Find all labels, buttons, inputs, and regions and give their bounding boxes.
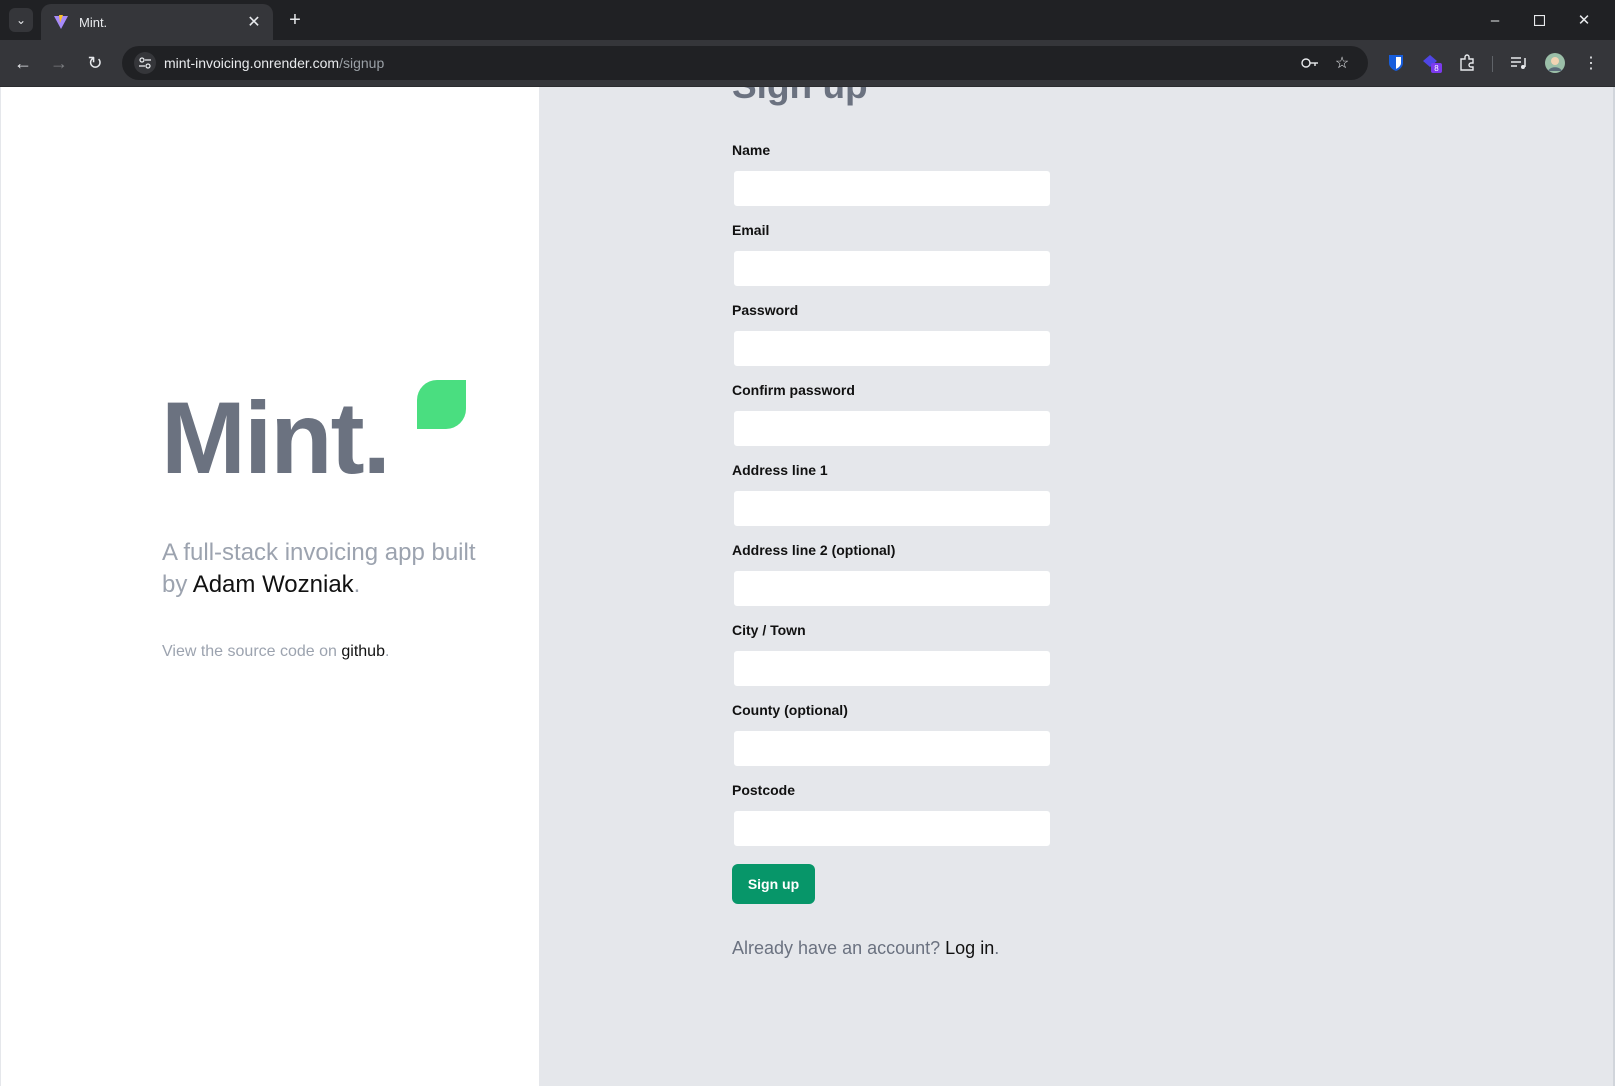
login-prompt: Already have an account? Log in.	[732, 938, 999, 959]
extension-badge: 8	[1434, 64, 1439, 73]
city-input[interactable]	[733, 650, 1051, 687]
logo-text: Mint.	[161, 381, 391, 495]
tab-title: Mint.	[79, 14, 108, 30]
login-prompt-text: Already have an account?	[732, 938, 946, 958]
password-field: Password	[732, 302, 1052, 367]
address-line-2-input[interactable]	[733, 570, 1051, 607]
source-note: View the source code on github.	[162, 643, 389, 661]
back-icon[interactable]: ←	[10, 50, 36, 76]
postcode-input[interactable]	[733, 810, 1051, 847]
reload-icon[interactable]: ↻	[82, 50, 108, 76]
page-title: Sign up	[732, 87, 868, 107]
address-line-1-field: Address line 1	[732, 462, 1052, 527]
close-icon[interactable]: ✕	[245, 13, 263, 31]
avatar[interactable]	[1544, 52, 1566, 74]
field-label: Name	[732, 142, 771, 158]
maximize-icon[interactable]	[1524, 6, 1554, 34]
url-host: mint-invoicing.onrender.com	[164, 55, 340, 71]
address-line-1-input[interactable]	[733, 490, 1051, 527]
github-link[interactable]: github	[341, 643, 385, 660]
brand-logo: Mint.	[161, 380, 466, 495]
field-label: Confirm password	[732, 382, 855, 398]
field-label: Postcode	[732, 782, 796, 798]
email-field: Email	[732, 222, 1052, 287]
field-label: Address line 1	[732, 462, 828, 478]
name-input[interactable]	[733, 170, 1051, 207]
city-field: City / Town	[732, 622, 1052, 687]
url-path: /signup	[339, 55, 385, 71]
field-label: County (optional)	[732, 702, 848, 718]
leaf-icon	[417, 380, 466, 429]
browser-toolbar: ← → ↻ mint-invoicing.onrender.com/signup…	[0, 40, 1615, 87]
field-label: Password	[732, 302, 799, 318]
confirm-password-input[interactable]	[733, 410, 1051, 447]
signup-button[interactable]: Sign up	[732, 864, 815, 904]
menu-icon[interactable]: ⋮	[1580, 52, 1602, 74]
site-info-icon[interactable]	[134, 52, 156, 74]
extension-icon[interactable]: 8	[1421, 52, 1443, 74]
star-icon[interactable]: ☆	[1332, 53, 1352, 73]
county-field: County (optional)	[732, 702, 1052, 767]
media-icon[interactable]	[1508, 52, 1530, 74]
key-icon[interactable]	[1300, 53, 1320, 73]
field-label: Email	[732, 222, 770, 238]
brand-panel: Mint. A full-stack invoicing app built b…	[1, 87, 539, 1086]
forward-icon[interactable]: →	[46, 50, 72, 76]
author-link[interactable]: Adam Wozniak	[193, 571, 354, 598]
address-bar[interactable]: mint-invoicing.onrender.com/signup ☆	[122, 46, 1368, 80]
name-field: Name	[732, 142, 1052, 207]
bitwarden-icon[interactable]	[1385, 52, 1407, 74]
puzzle-icon[interactable]	[1456, 52, 1478, 74]
plus-icon[interactable]: +	[283, 8, 307, 32]
tab-strip: ⌄ Mint. ✕ + – ✕	[0, 0, 1615, 40]
confirm-password-field: Confirm password	[732, 382, 1052, 447]
minimize-icon[interactable]: –	[1480, 6, 1510, 34]
county-input[interactable]	[733, 730, 1051, 767]
browser-tab[interactable]: Mint. ✕	[41, 4, 273, 40]
password-input[interactable]	[733, 330, 1051, 367]
login-period: .	[994, 938, 1000, 958]
email-input[interactable]	[733, 250, 1051, 287]
address-line-2-field: Address line 2 (optional)	[732, 542, 1052, 607]
tab-search-icon[interactable]: ⌄	[9, 8, 33, 32]
field-label: Address line 2 (optional)	[732, 542, 896, 558]
postcode-field: Postcode	[732, 782, 1052, 847]
vite-favicon-icon	[54, 15, 68, 29]
login-link[interactable]: Log in	[945, 938, 994, 958]
source-period: .	[384, 643, 390, 660]
source-text: View the source code on	[162, 643, 342, 660]
page-content: Mint. A full-stack invoicing app built b…	[0, 87, 1615, 1086]
tagline: A full-stack invoicing app built by Adam…	[162, 537, 502, 601]
tagline-period: .	[353, 571, 361, 598]
window-close-icon[interactable]: ✕	[1569, 6, 1599, 34]
toolbar-divider	[1492, 56, 1493, 72]
field-label: City / Town	[732, 622, 806, 638]
